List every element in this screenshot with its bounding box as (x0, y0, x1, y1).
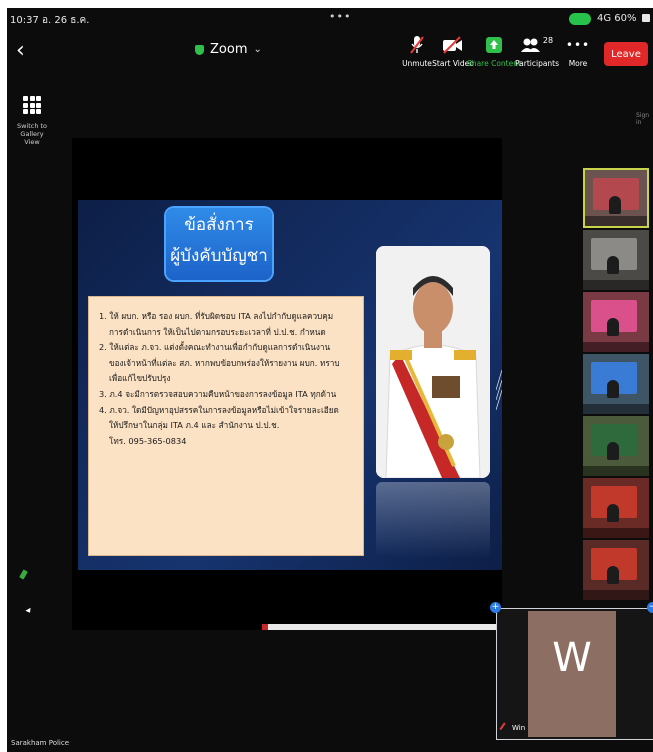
participant-thumbnail[interactable] (583, 540, 649, 600)
instruction-line: 2. ให้แต่ละ ภ.จว. แต่งตั้งคณะทำงานเพื่อก… (99, 342, 331, 353)
network-battery-status: 4G 60% (597, 13, 637, 24)
shared-taskbar (262, 624, 502, 630)
chevron-down-icon: ⌄ (253, 44, 262, 55)
back-button[interactable]: ‹ (16, 38, 25, 63)
self-view-name: Win (499, 722, 526, 734)
instruction-line: โทร. 095-365-0834 (109, 435, 187, 446)
meeting-toolbar: ‹ Zoom ⌄ Unmute Start Video Share Conten… (7, 30, 653, 80)
resize-handle-plus-icon[interactable]: + (490, 602, 501, 613)
switch-gallery-label: Switch to Gallery View (16, 122, 48, 146)
more-label: More (568, 59, 588, 68)
clock-date: 10:37 อ. 26 ธ.ค. (10, 15, 90, 26)
muted-mic-icon (499, 722, 511, 734)
instruction-line: การดำเนินการ ให้เป็นไปตามกรอบระยะเวลาที่… (109, 326, 326, 337)
multitask-dots-icon: ••• (329, 10, 352, 23)
instruction-line: 4. ภ.จว. ใดมีปัญหาอุปสรรคในการลงข้อมูลหร… (99, 404, 339, 415)
more-button[interactable]: ••• More (548, 34, 608, 68)
zoom-meeting-window: 10:37 อ. 26 ธ.ค. ••• 4G 60% ‹ Zoom ⌄ Unm… (7, 8, 653, 752)
battery-icon (642, 14, 650, 22)
shared-screen: ข้อสั่งการ ผู้บังคับบัญชา 1. ให้ ผบก. หร… (72, 138, 502, 630)
instruction-line: ให้ปรึกษาในกลุ่ม ITA ภ.4 และ สำนักงาน ป.… (109, 420, 280, 431)
self-name-label: Win (512, 724, 526, 732)
leave-button[interactable]: Leave (604, 42, 648, 66)
pencil-icon[interactable] (19, 569, 28, 580)
instruction-box: 1. ให้ ผบก. หรือ รอง ผบก. ที่รับผิดชอบ I… (88, 296, 364, 556)
grid-icon (23, 96, 41, 114)
participant-thumbnail[interactable] (583, 230, 649, 290)
instruction-line: ของเจ้าหน้าที่แต่ละ สภ. หากพบข้อบกพร่องใ… (109, 357, 340, 368)
decorative-stripes (496, 369, 502, 410)
sign-in-label: Sign in (636, 112, 650, 126)
participant-thumbnail[interactable] (583, 478, 649, 538)
resize-handle-minus-icon[interactable]: − (647, 602, 653, 613)
call-indicator-icon (569, 13, 591, 25)
presentation-slide: ข้อสั่งการ ผู้บังคับบัญชา 1. ให้ ผบก. หร… (78, 200, 502, 570)
cursor-icon (25, 607, 33, 615)
slide-title: ข้อสั่งการ ผู้บังคับบัญชา (166, 208, 272, 280)
meeting-title-dropdown[interactable]: Zoom ⌄ (195, 42, 262, 57)
slide-title-line1: ข้อสั่งการ (184, 215, 254, 235)
instruction-line: เพื่อแก้ไขปรับปรุง (109, 373, 171, 384)
participant-thumbnail[interactable] (583, 354, 649, 414)
participant-thumbnail[interactable] (583, 292, 649, 352)
slide-title-line2: ผู้บังคับบัญชา (170, 246, 268, 266)
commander-portrait (376, 246, 490, 478)
instruction-line: 1. ให้ ผบก. หรือ รอง ผบก. ที่รับผิดชอบ I… (99, 311, 334, 321)
status-bar: 10:37 อ. 26 ธ.ค. ••• 4G 60% (7, 8, 653, 30)
meeting-title: Zoom (210, 42, 248, 57)
switch-gallery-view-button[interactable]: Switch to Gallery View (15, 96, 49, 146)
encryption-shield-icon (195, 44, 204, 55)
portrait-reflection (376, 482, 490, 558)
participant-thumbnail[interactable] (583, 416, 649, 476)
instruction-line: 3. ภ.4 จะมีการตรวจสอบความคืบหน้าของการลง… (99, 388, 337, 399)
ellipsis-icon: ••• (565, 38, 591, 52)
self-view-video[interactable]: W Win (496, 608, 653, 740)
participant-thumbnail[interactable] (583, 168, 649, 228)
avatar-initial: W (552, 635, 592, 681)
shared-device-label: Sarakham Police (11, 739, 70, 747)
